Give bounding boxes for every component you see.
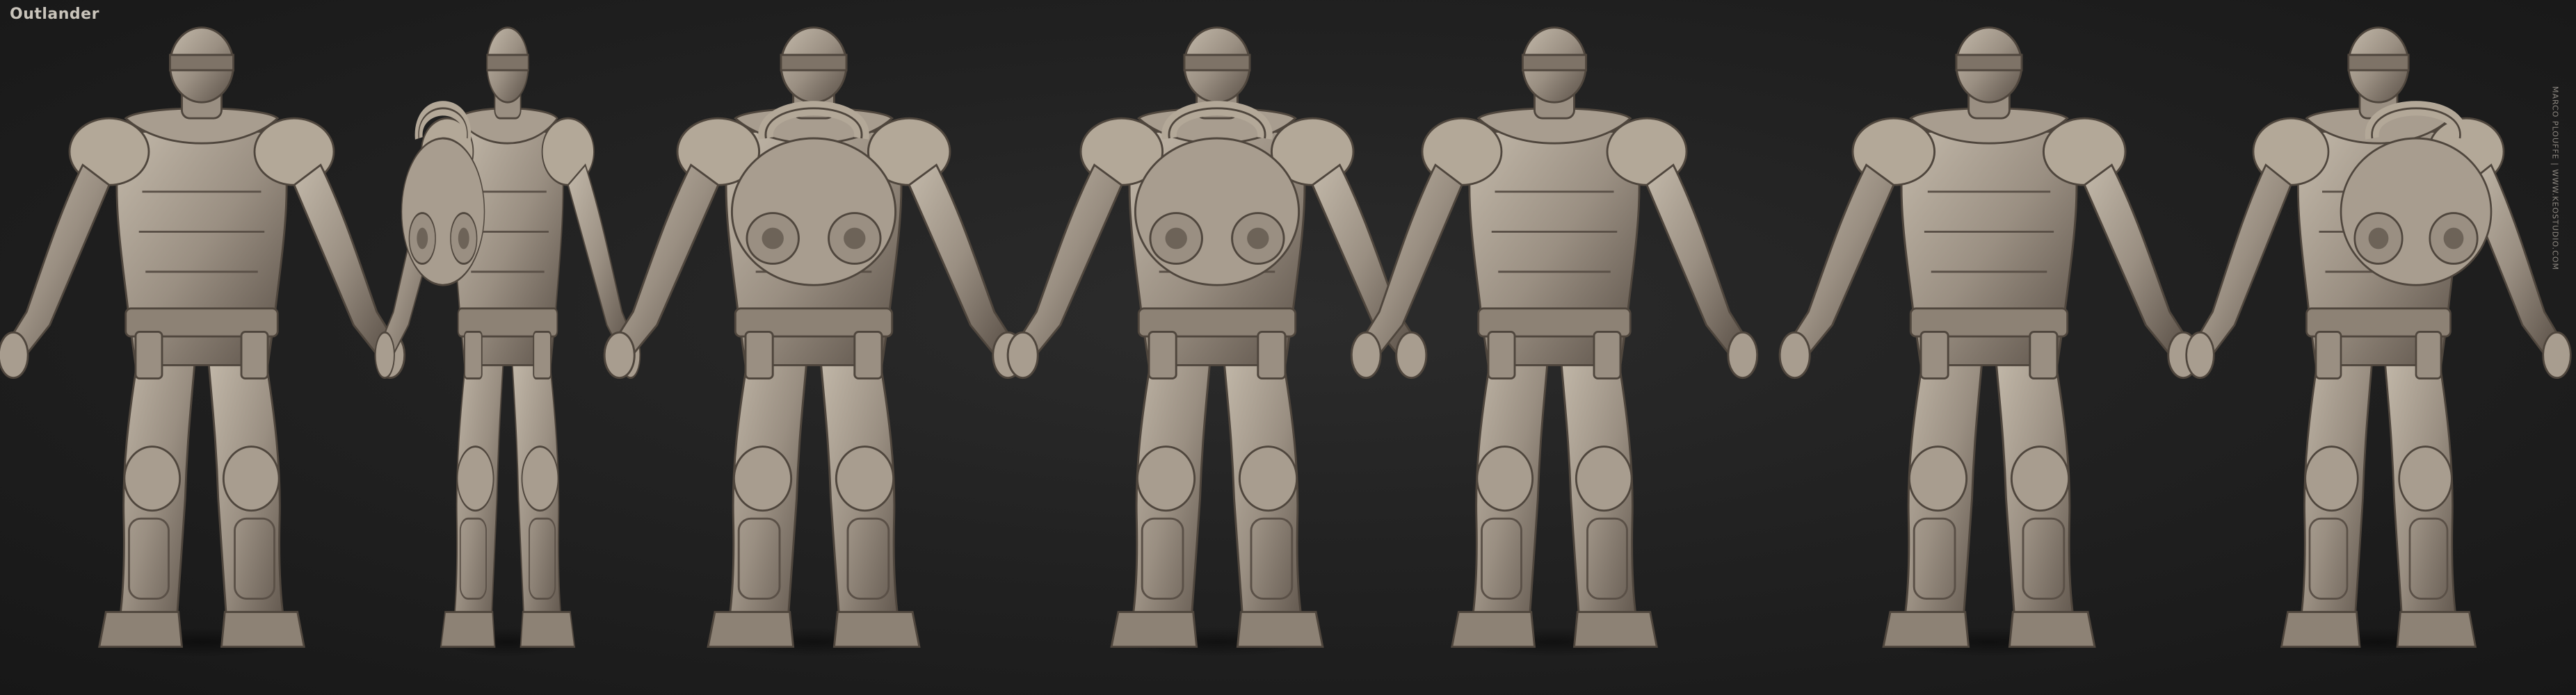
render-stage: Outlander MARCO PLOUFFE | WWW.KEOSTUDIO.… <box>0 0 2576 695</box>
figure-back-three-quarter <box>603 26 1024 658</box>
figure-front-three-quarter <box>0 26 406 658</box>
figure-front-three-quarter-right <box>1778 26 2200 658</box>
figure-side <box>374 26 641 658</box>
sculpt-turnaround <box>0 26 2572 658</box>
figure-back-three-quarter-right <box>2185 26 2572 658</box>
